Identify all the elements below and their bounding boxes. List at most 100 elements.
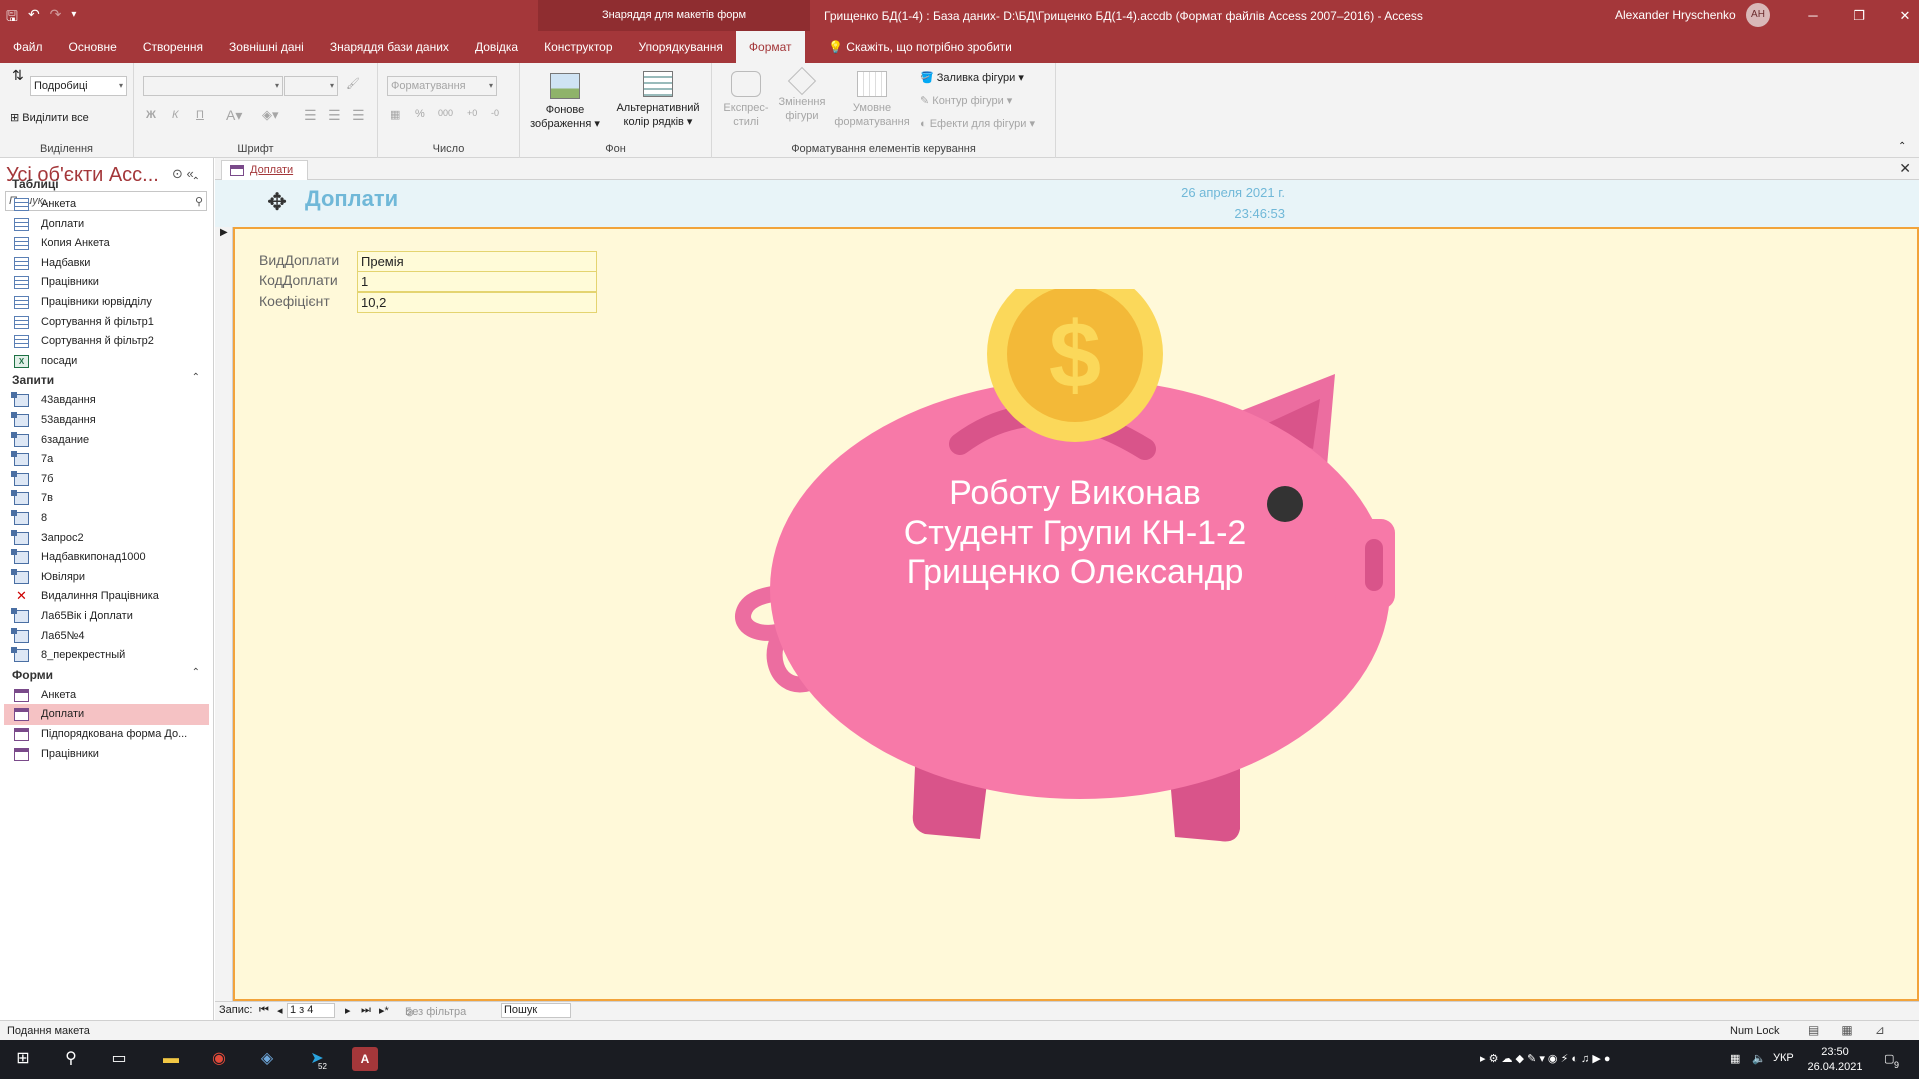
nav-item[interactable]: Надбавки (4, 253, 209, 274)
nav-section-header[interactable]: Запити ⌃ (0, 370, 212, 390)
first-record-icon[interactable]: ⏮ (259, 1004, 269, 1017)
nav-item[interactable]: Працівники юрвідділу (4, 292, 209, 313)
customize-qat-icon[interactable]: ▾ (71, 6, 76, 30)
form-view-icon[interactable]: ▤ (1808, 1023, 1819, 1037)
last-record-icon[interactable]: ⏭ (361, 1004, 371, 1017)
design-view-icon[interactable]: ⊿ (1875, 1023, 1885, 1037)
language-indicator[interactable]: УКР (1773, 1052, 1794, 1064)
restore-icon[interactable]: ❐ (1836, 0, 1882, 31)
shape-fill-button[interactable]: 🪣 Заливка фігури ▾ (920, 71, 1024, 84)
change-shape-button[interactable]: Змінення фігури (774, 66, 830, 123)
collapse-section-icon[interactable]: ⌃ (192, 176, 200, 187)
collapse-section-icon[interactable]: ⌃ (192, 667, 200, 678)
nav-item[interactable]: Підпорядкована форма До... (4, 724, 209, 745)
nav-item[interactable]: Копия Анкета (4, 233, 209, 254)
nav-item[interactable]: 8_перекрестный (4, 645, 209, 666)
network-icon[interactable]: ▦ (1730, 1052, 1740, 1065)
user-name[interactable]: Alexander Hryschenko (1615, 8, 1736, 22)
bold-button[interactable]: Ж (146, 109, 156, 121)
save-icon[interactable]: 🖫 (6, 6, 18, 30)
field-input-kod[interactable]: 1 (357, 271, 597, 292)
align-left-icon[interactable]: ☰ (304, 107, 317, 124)
nav-item[interactable]: Xпосади (4, 351, 209, 372)
nav-item[interactable]: Доплати (4, 214, 209, 235)
nav-item[interactable]: 7в (4, 488, 209, 509)
avatar[interactable]: AH (1746, 3, 1770, 27)
object-select-dropdown[interactable]: Подробиці ▾ (30, 76, 127, 96)
nav-item[interactable]: 8 (4, 508, 209, 529)
field-input-koef[interactable]: 10,2 (357, 292, 597, 313)
currency-icon[interactable]: ▦ (390, 108, 400, 121)
nav-item[interactable]: Надбавкипонад1000 (4, 547, 209, 568)
nav-item[interactable]: Анкета (4, 685, 209, 706)
field-input-vyd[interactable]: Премія (357, 251, 597, 272)
nav-item[interactable]: Сортування й фільтр2 (4, 331, 209, 352)
access-icon[interactable]: A (352, 1047, 378, 1071)
volume-icon[interactable]: 🔈 (1752, 1052, 1766, 1065)
nav-item[interactable]: Працівники (4, 744, 209, 765)
format-painter-icon[interactable]: 🖌 (346, 77, 360, 90)
decrease-decimal-icon[interactable]: -0 (491, 108, 499, 118)
nav-item[interactable]: Ювіляри (4, 567, 209, 588)
tab-help[interactable]: Довідка (462, 31, 531, 63)
start-icon[interactable]: ⊞ (10, 1047, 36, 1071)
record-search-input[interactable]: Пошук (501, 1003, 571, 1018)
minimize-icon[interactable]: ─ (1790, 0, 1836, 31)
tab-external-data[interactable]: Зовнішні дані (216, 31, 317, 63)
collapse-section-icon[interactable]: ⌃ (192, 372, 200, 383)
nav-item[interactable]: 7а (4, 449, 209, 470)
comma-icon[interactable]: 000 (438, 108, 453, 118)
font-color-icon[interactable]: A▾ (226, 107, 242, 124)
nav-item[interactable]: Доплати (4, 704, 209, 726)
nav-item[interactable]: 53авдання (4, 410, 209, 431)
tab-create[interactable]: Створення (130, 31, 216, 63)
font-name-dropdown[interactable]: ▾ (143, 76, 283, 96)
new-record-icon[interactable]: ▸* (379, 1004, 389, 1017)
close-icon[interactable]: ✕ (1882, 0, 1919, 31)
nav-item[interactable]: Анкета (4, 194, 209, 215)
nav-item[interactable]: Сортування й фільтр1 (4, 312, 209, 333)
search-taskbar-icon[interactable]: ⚲ (58, 1047, 84, 1071)
tray-icons[interactable]: ▸ ⚙ ☁ ◆ ✎ ▾ ◉ ⚡ ◐ ♫ ▶ ● (1480, 1052, 1611, 1065)
shape-effects-button[interactable]: ◐ Ефекти для фігури ▾ (920, 117, 1035, 130)
italic-button[interactable]: К (172, 109, 178, 121)
shape-outline-button[interactable]: ✎ Контур фігури ▾ (920, 94, 1012, 107)
nav-item[interactable]: Ла65№4 (4, 626, 209, 647)
prev-record-icon[interactable]: ◂ (277, 1004, 283, 1017)
tab-database-tools[interactable]: Знаряддя бази даних (317, 31, 462, 63)
record-selector[interactable]: ▶ (215, 227, 233, 1001)
next-record-icon[interactable]: ▸ (345, 1004, 351, 1017)
app-icon[interactable]: ◈ (254, 1047, 280, 1071)
undo-icon[interactable]: ↶ (28, 6, 40, 30)
chrome-icon[interactable]: ◉ (206, 1047, 232, 1071)
quick-styles-button[interactable]: Експрес-стилі (720, 71, 772, 129)
collapse-ribbon-icon[interactable]: ⌃ (1898, 141, 1906, 152)
tab-arrange[interactable]: Упорядкування (626, 31, 736, 63)
align-center-icon[interactable]: ☰ (328, 107, 341, 124)
underline-button[interactable]: П (196, 109, 204, 121)
tab-file[interactable]: Файл (0, 31, 56, 63)
nav-item[interactable]: ✕ Видалиння Працівника (4, 586, 209, 607)
fill-color-icon[interactable]: ◈▾ (262, 107, 279, 123)
increase-decimal-icon[interactable]: +0 (467, 108, 477, 118)
tab-format[interactable]: Формат (735, 31, 805, 63)
select-all-button[interactable]: ⊞ Виділити все (10, 111, 89, 124)
notifications-icon[interactable]: ▢ (1884, 1052, 1894, 1065)
percent-icon[interactable]: % (415, 108, 425, 120)
nav-item[interactable]: 6задание (4, 430, 209, 451)
layout-view-icon[interactable]: ▦ (1841, 1023, 1852, 1037)
nav-item[interactable]: Запрос2 (4, 528, 209, 549)
tab-design[interactable]: Конструктор (531, 31, 625, 63)
tell-me-box[interactable]: 💡 Скажіть, що потрібно зробити (828, 40, 1012, 54)
task-view-icon[interactable]: ▭ (106, 1047, 132, 1071)
nav-item[interactable]: 7б (4, 469, 209, 490)
align-right-icon[interactable]: ☰ (352, 107, 365, 124)
close-document-icon[interactable]: ✕ (1899, 160, 1911, 177)
clock[interactable]: 23:50 26.04.2021 (1800, 1045, 1870, 1075)
nav-item[interactable]: Працівники (4, 272, 209, 293)
background-image-button[interactable]: Фонове зображення ▾ (525, 73, 605, 131)
nav-item[interactable]: Ла65Вік і Доплати (4, 606, 209, 627)
record-position-input[interactable]: 1 з 4 (287, 1003, 335, 1018)
nav-item[interactable]: 43авдання (4, 390, 209, 411)
file-explorer-icon[interactable]: ▬ (158, 1047, 184, 1071)
